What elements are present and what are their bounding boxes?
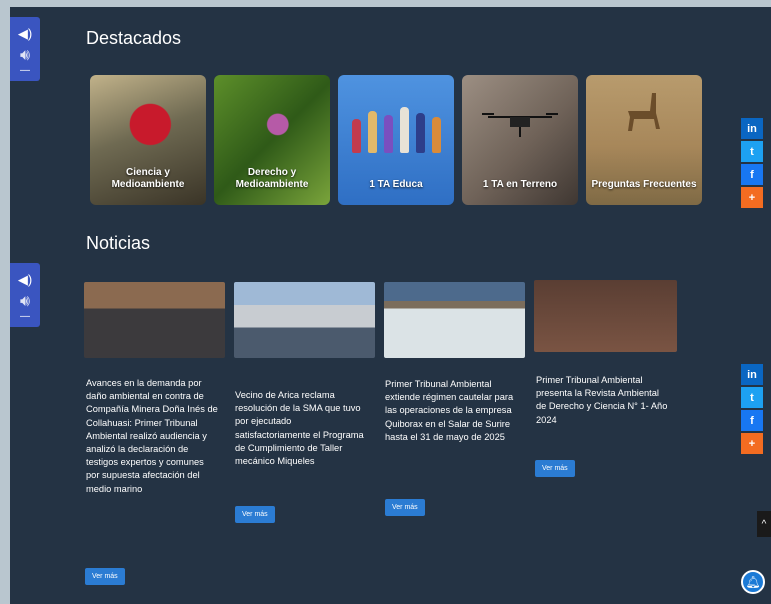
news-title-1[interactable]: Avances en la demanda por daño ambiental… — [86, 377, 218, 496]
news-title-2[interactable]: Vecino de Arica reclama resolución de la… — [235, 389, 367, 468]
accessibility-widget-bottom[interactable]: ◀) 🔊︎ — — [10, 263, 40, 327]
sound-waves-icon: 🔊︎ — [19, 47, 31, 64]
news-title-4[interactable]: Primer Tribunal Ambiental presenta la Re… — [536, 374, 668, 427]
characters-illustration — [348, 103, 444, 153]
social-share-bar-top: in t f + — [741, 118, 763, 208]
featured-heading: Destacados — [86, 28, 182, 48]
scroll-to-top-button[interactable]: ^ — [757, 511, 771, 537]
featured-card-educa[interactable]: 1 TA Educa — [338, 75, 454, 205]
news-image-2[interactable] — [234, 282, 375, 358]
featured-card-label: 1 TA Educa — [369, 179, 423, 190]
news-read-more-button-1[interactable]: Ver más — [85, 568, 125, 585]
linkedin-icon[interactable]: in — [741, 118, 763, 139]
facebook-icon[interactable]: f — [741, 164, 763, 185]
minus-icon[interactable]: — — [20, 66, 30, 76]
featured-card-label: Ciencia y Medioambiente — [111, 167, 185, 190]
chevron-up-icon: ^ — [761, 518, 767, 530]
news-read-more-button-3[interactable]: Ver más — [385, 499, 425, 516]
speaker-icon[interactable]: ◀) — [18, 27, 32, 40]
bell-icon: 🔔︎ — [745, 575, 761, 589]
page: ◀) 🔊︎ — ◀) 🔊︎ — Destacados Ciencia y Med… — [10, 7, 771, 604]
drone-icon — [482, 113, 558, 137]
vicuna-icon — [628, 93, 660, 131]
linkedin-icon[interactable]: in — [741, 364, 763, 385]
speaker-icon[interactable]: ◀) — [18, 273, 32, 286]
news-read-more-button-2[interactable]: Ver más — [235, 506, 275, 523]
sound-waves-icon: 🔊︎ — [19, 293, 31, 310]
featured-card-label: Derecho y Medioambiente — [235, 167, 309, 190]
news-image-3[interactable] — [384, 282, 525, 358]
share-icon[interactable]: + — [741, 187, 763, 208]
news-heading: Noticias — [86, 233, 151, 253]
accessibility-widget-top[interactable]: ◀) 🔊︎ — — [10, 17, 40, 81]
featured-card-label: 1 TA en Terreno — [482, 179, 558, 190]
twitter-icon[interactable]: t — [741, 387, 763, 408]
notification-bell-button[interactable]: 🔔︎ — [741, 570, 765, 594]
news-image-1[interactable] — [84, 282, 225, 358]
share-icon[interactable]: + — [741, 433, 763, 454]
news-title-3[interactable]: Primer Tribunal Ambiental extiende régim… — [385, 378, 517, 444]
news-image-4[interactable] — [534, 280, 677, 352]
featured-card-preguntas[interactable]: Preguntas Frecuentes — [586, 75, 702, 205]
minus-icon[interactable]: — — [20, 312, 30, 322]
featured-card-label: Preguntas Frecuentes — [591, 179, 697, 190]
facebook-icon[interactable]: f — [741, 410, 763, 431]
featured-card-terreno[interactable]: 1 TA en Terreno — [462, 75, 578, 205]
featured-card-ciencia[interactable]: Ciencia y Medioambiente — [90, 75, 206, 205]
social-share-bar-bottom: in t f + — [741, 364, 763, 454]
news-read-more-button-4[interactable]: Ver más — [535, 460, 575, 477]
featured-card-derecho[interactable]: Derecho y Medioambiente — [214, 75, 330, 205]
twitter-icon[interactable]: t — [741, 141, 763, 162]
